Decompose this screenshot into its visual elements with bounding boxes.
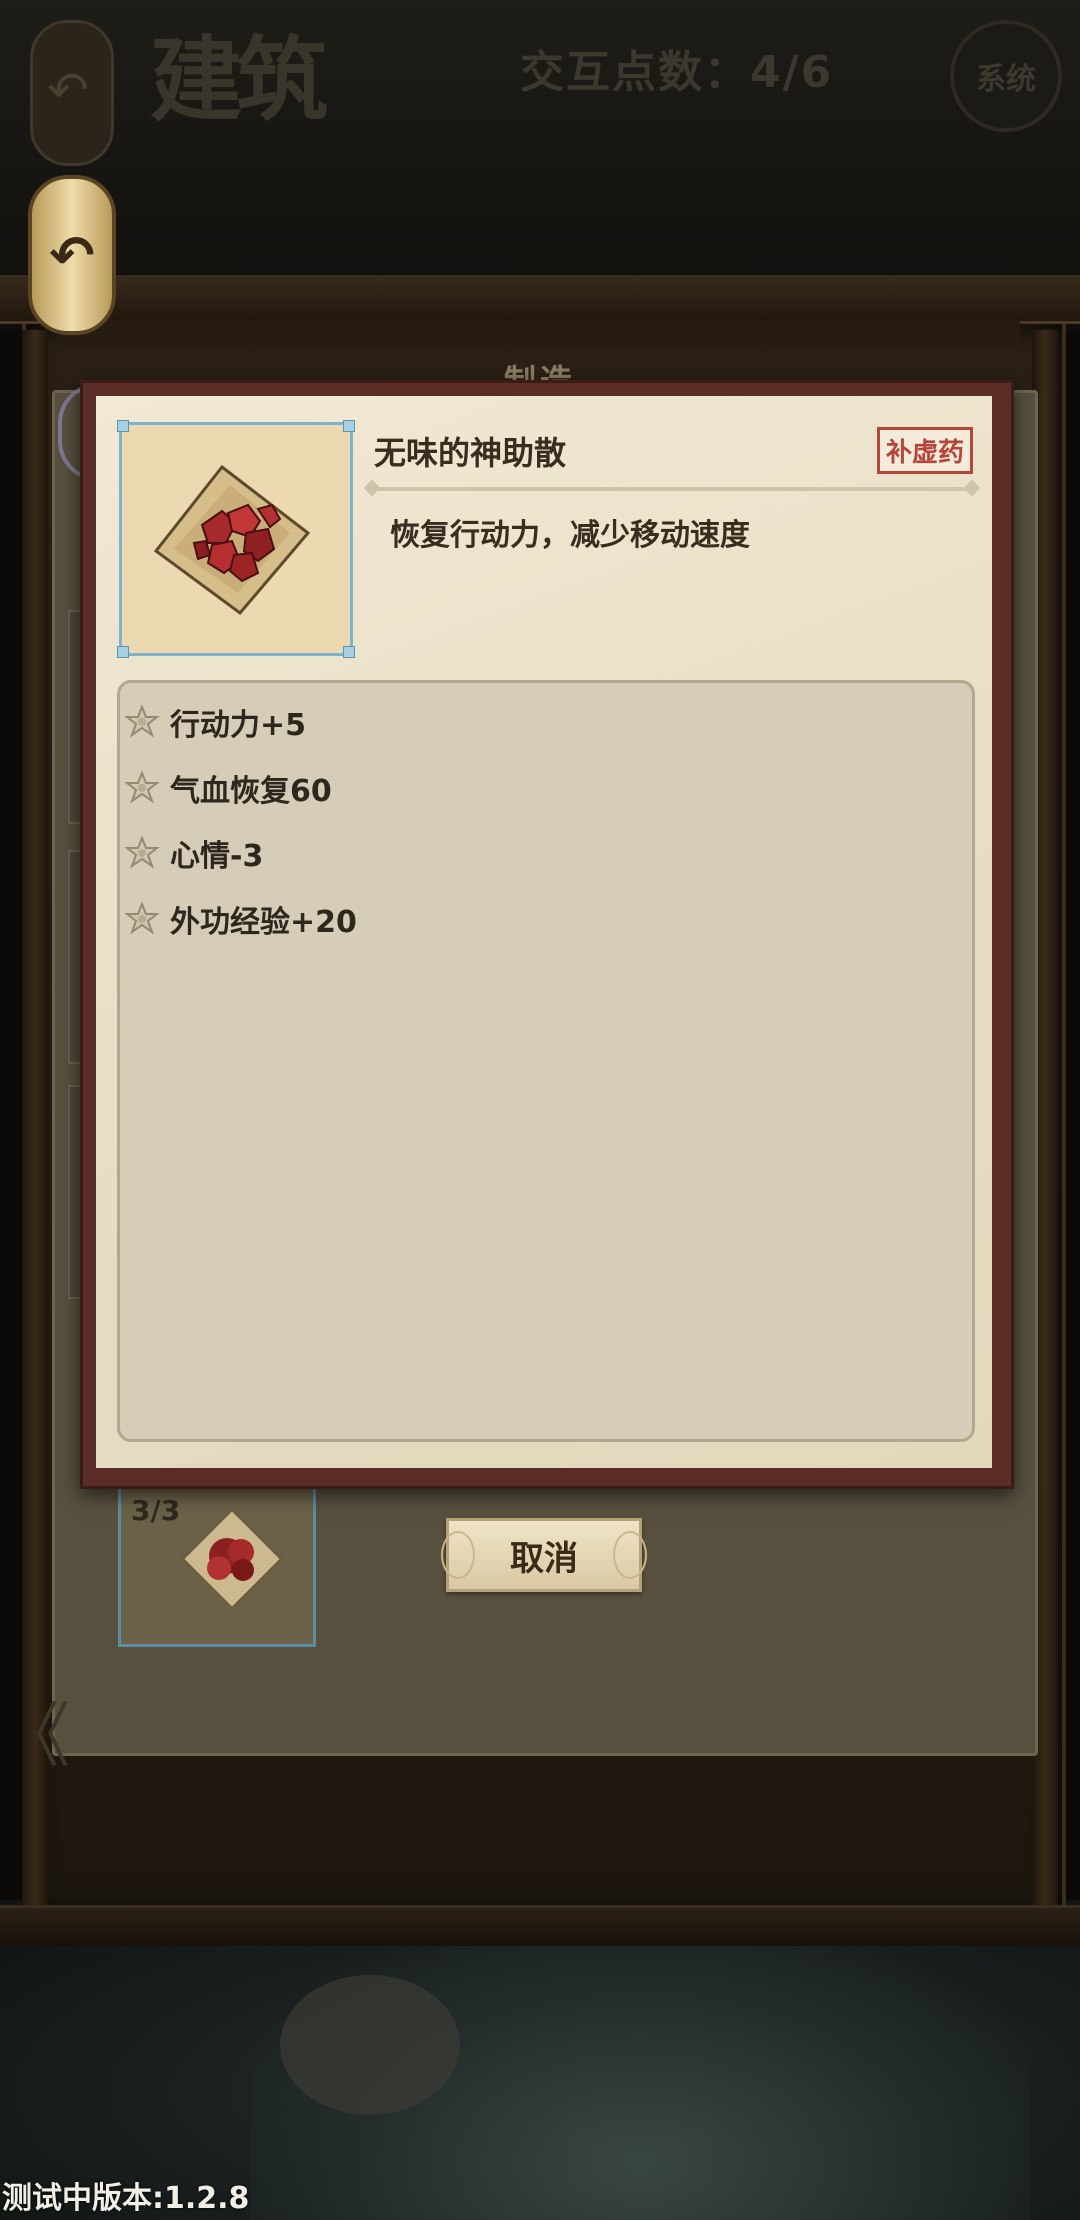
back-arrow-icon: ↶	[49, 223, 95, 287]
page-left-arrow-icon[interactable]: 《	[0, 1680, 70, 1781]
red-medicine-powder-icon	[153, 464, 311, 616]
top-beam	[0, 275, 1080, 324]
flower-icon	[124, 704, 160, 738]
item-category-tag: 补虚药	[877, 427, 974, 474]
thumb-corner	[117, 420, 129, 432]
top-beam-lower	[60, 320, 1020, 342]
flower-icon	[124, 901, 160, 935]
flower-icon	[124, 835, 160, 869]
effect-text: 行动力+5	[170, 708, 307, 743]
cancel-button[interactable]: 取消	[441, 1518, 647, 1592]
top-back-button[interactable]: ↶	[30, 20, 114, 166]
left-pillar	[22, 330, 48, 1910]
title-divider	[372, 487, 972, 491]
system-button[interactable]: 系统	[950, 20, 1062, 132]
item-name: 无味的神助散	[374, 434, 567, 472]
red-medicine-powder-icon	[181, 1508, 283, 1610]
action-points-text: 交互点数：4/6	[520, 47, 834, 98]
flower-icon	[124, 770, 160, 804]
effect-text: 心情-3	[170, 839, 264, 874]
thumb-corner	[343, 646, 355, 658]
building-title: 建筑	[150, 26, 328, 134]
bottom-beam	[0, 1905, 1080, 1946]
thumb-corner	[343, 420, 355, 432]
back-arrow-icon: ↶	[47, 61, 89, 119]
effect-row: 外功经验+20	[124, 897, 357, 941]
slot-count: 3/3	[131, 1494, 181, 1527]
character-hand	[280, 1975, 460, 2115]
effect-row: 气血恢复60	[124, 766, 332, 810]
recipe-slot[interactable]: 3/3	[118, 1483, 316, 1647]
effect-text: 外功经验+20	[170, 905, 357, 940]
effect-row: 心情-3	[124, 831, 263, 875]
effect-text: 气血恢复60	[170, 774, 332, 809]
back-button[interactable]: ↶	[28, 175, 116, 335]
item-description: 恢复行动力，减少移动速度	[390, 518, 750, 553]
cancel-button-label: 取消	[510, 1538, 578, 1579]
system-button-label: 系统	[976, 62, 1036, 97]
effect-row: 行动力+5	[124, 700, 306, 744]
version-label: 测试中版本:1.2.8	[2, 2181, 250, 2216]
thumb-corner	[117, 646, 129, 658]
item-thumbnail	[117, 420, 355, 658]
